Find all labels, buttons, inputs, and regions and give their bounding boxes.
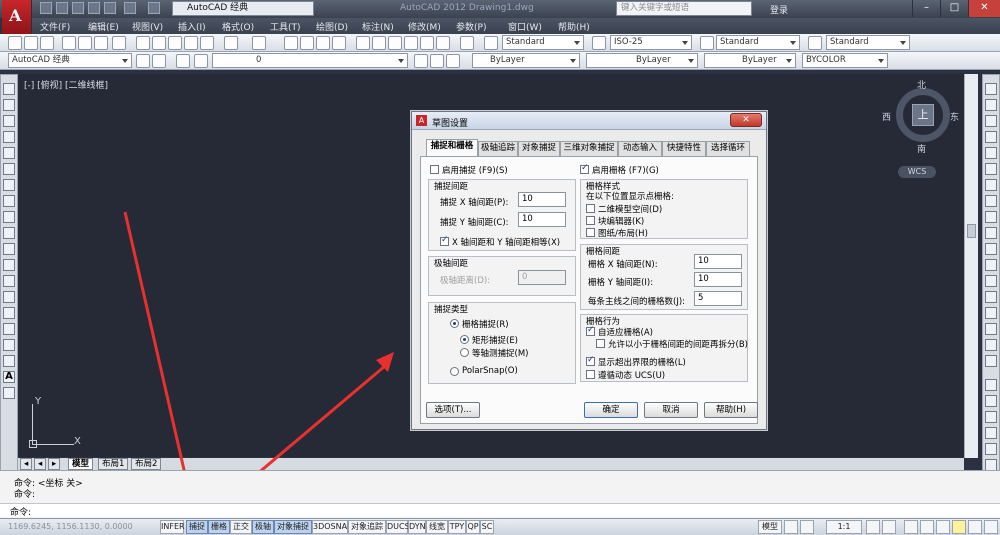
grid-toggle[interactable]: 栅格 bbox=[208, 520, 230, 534]
arrow-to-dialog bbox=[249, 364, 386, 482]
3dosnap-toggle[interactable]: 3DOSNAP bbox=[312, 520, 352, 534]
status-menu-icon[interactable] bbox=[968, 520, 982, 534]
sc-toggle[interactable]: SC bbox=[480, 520, 494, 534]
arrow-to-grid-button bbox=[123, 211, 192, 497]
lineweight-toggle[interactable]: 线宽 bbox=[426, 520, 448, 534]
layout-icon[interactable] bbox=[784, 520, 798, 534]
osnap-toggle[interactable]: 对象捕捉 bbox=[274, 520, 312, 534]
pan-status-icon[interactable] bbox=[800, 520, 814, 534]
polar-toggle[interactable]: 极轴 bbox=[252, 520, 274, 534]
auto-scale-icon[interactable] bbox=[882, 520, 896, 534]
command-input[interactable]: 命令: bbox=[0, 503, 1000, 518]
command-history-2: 命令: bbox=[14, 490, 36, 500]
annotation-arrows bbox=[123, 211, 394, 512]
annotation-visibility-icon[interactable] bbox=[866, 520, 880, 534]
ducs-toggle[interactable]: DUCS bbox=[386, 520, 410, 534]
isolate-objects-icon[interactable] bbox=[952, 520, 966, 534]
workspace-switch-icon[interactable] bbox=[904, 520, 918, 534]
hardware-accel-icon[interactable] bbox=[936, 520, 950, 534]
command-window: 命令: <坐标 关> 命令: 命令: bbox=[0, 470, 1000, 518]
otrack-toggle[interactable]: 对象追踪 bbox=[348, 520, 386, 534]
status-bar: 1169.6245, 1156.1130, 0.0000 INFER 捕捉 栅格… bbox=[0, 518, 1000, 535]
model-toggle[interactable]: 模型 bbox=[758, 520, 782, 534]
tpy-toggle[interactable]: TPY bbox=[448, 520, 466, 534]
arrow-head-dialog bbox=[376, 352, 394, 372]
coordinates[interactable]: 1169.6245, 1156.1130, 0.0000 bbox=[8, 522, 133, 531]
annotation-scale[interactable]: 1:1 bbox=[826, 520, 862, 534]
dyn-toggle[interactable]: DYN bbox=[408, 520, 426, 534]
command-prompt: 命令: bbox=[10, 508, 32, 518]
lock-icon[interactable] bbox=[920, 520, 934, 534]
ortho-toggle[interactable]: 正交 bbox=[230, 520, 252, 534]
snap-toggle[interactable]: 捕捉 bbox=[186, 520, 208, 534]
qp-toggle[interactable]: QP bbox=[466, 520, 480, 534]
clean-screen-icon[interactable] bbox=[984, 520, 998, 534]
infer-toggle[interactable]: INFER bbox=[160, 520, 185, 534]
